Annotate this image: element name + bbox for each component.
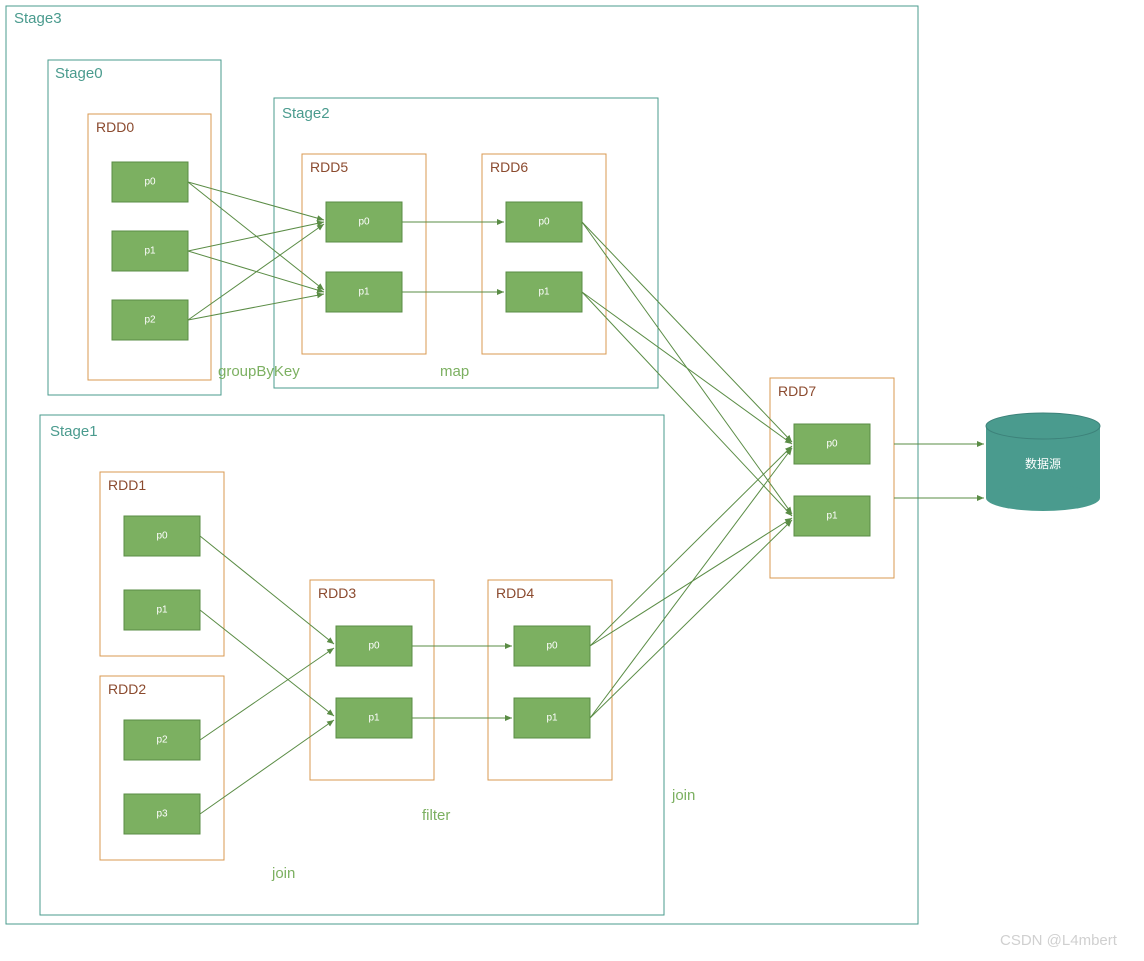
rdd5-p1-label: p1 xyxy=(358,287,370,298)
arrow-r6p0-r7p0 xyxy=(582,222,792,442)
rdd5-p0-label: p0 xyxy=(358,217,370,228)
rdd6-p1-label: p1 xyxy=(538,287,550,298)
rdd6-box xyxy=(482,154,606,354)
arrow-r0p2-r5p1 xyxy=(188,294,324,320)
op-groupbykey: groupByKey xyxy=(218,363,300,380)
stage2-label: Stage2 xyxy=(282,105,330,122)
op-map: map xyxy=(440,363,469,380)
rdd4-label: RDD4 xyxy=(496,585,534,601)
stage1-label: Stage1 xyxy=(50,423,98,440)
rdd6-p0-label: p0 xyxy=(538,217,550,228)
rdd3-box xyxy=(310,580,434,780)
arrow-r4p1-r7p0 xyxy=(590,448,792,718)
rdd7-box xyxy=(770,378,894,578)
stage2-box xyxy=(274,98,658,388)
rdd4-box xyxy=(488,580,612,780)
arrow-r0p1-r5p0 xyxy=(188,222,324,251)
rdd1-p0-label: p0 xyxy=(156,531,168,542)
arrow-r1p0-r3p0 xyxy=(200,536,334,644)
arrow-r6p1-r7p0 xyxy=(582,292,792,444)
rdd2-label: RDD2 xyxy=(108,681,146,697)
rdd7-label: RDD7 xyxy=(778,383,816,399)
rdd0-p2-label: p2 xyxy=(144,315,156,326)
op-filter: filter xyxy=(422,807,450,824)
rdd2-p2-label: p2 xyxy=(156,735,168,746)
op-join-bottom: join xyxy=(271,865,295,882)
rdd4-p1-label: p1 xyxy=(546,713,558,724)
rdd3-p0-label: p0 xyxy=(368,641,380,652)
rdd4-p0-label: p0 xyxy=(546,641,558,652)
arrow-r4p1-r7p1 xyxy=(590,520,792,718)
arrow-r2p3-r3p1 xyxy=(200,720,334,814)
rdd0-label: RDD0 xyxy=(96,119,134,135)
rdd1-label: RDD1 xyxy=(108,477,146,493)
arrow-r0p0-r5p0 xyxy=(188,182,324,220)
rdd0-p1-label: p1 xyxy=(144,246,156,257)
rdd7-p0-label: p0 xyxy=(826,439,838,450)
rdd0-p0-label: p0 xyxy=(144,177,156,188)
stage0-box xyxy=(48,60,221,395)
stage3-label: Stage3 xyxy=(14,10,62,27)
datasource-label: 数据源 xyxy=(1025,456,1061,471)
rdd6-label: RDD6 xyxy=(490,159,528,175)
rdd5-box xyxy=(302,154,426,354)
stage0-label: Stage0 xyxy=(55,65,103,82)
rdd2-p3-label: p3 xyxy=(156,809,168,820)
op-join-right: join xyxy=(671,787,695,804)
watermark: CSDN @L4mbert xyxy=(1000,932,1118,949)
arrow-r6p1-r7p1 xyxy=(582,292,792,516)
arrow-r2p2-r3p0 xyxy=(200,648,334,740)
arrow-r4p0-r7p1 xyxy=(590,518,792,646)
rdd5-label: RDD5 xyxy=(310,159,348,175)
rdd3-p1-label: p1 xyxy=(368,713,380,724)
arrow-r0p2-r5p0 xyxy=(188,224,324,320)
rdd3-label: RDD3 xyxy=(318,585,356,601)
datasource-cylinder: 数据源 xyxy=(986,413,1100,511)
dag-diagram: Stage3 Stage0 RDD0 p0 p1 p2 Stage2 RDD5 … xyxy=(0,0,1144,961)
rdd1-p1-label: p1 xyxy=(156,605,168,616)
arrow-r4p0-r7p0 xyxy=(590,446,792,646)
arrow-r1p1-r3p1 xyxy=(200,610,334,716)
stage3-box xyxy=(6,6,918,924)
rdd7-p1-label: p1 xyxy=(826,511,838,522)
